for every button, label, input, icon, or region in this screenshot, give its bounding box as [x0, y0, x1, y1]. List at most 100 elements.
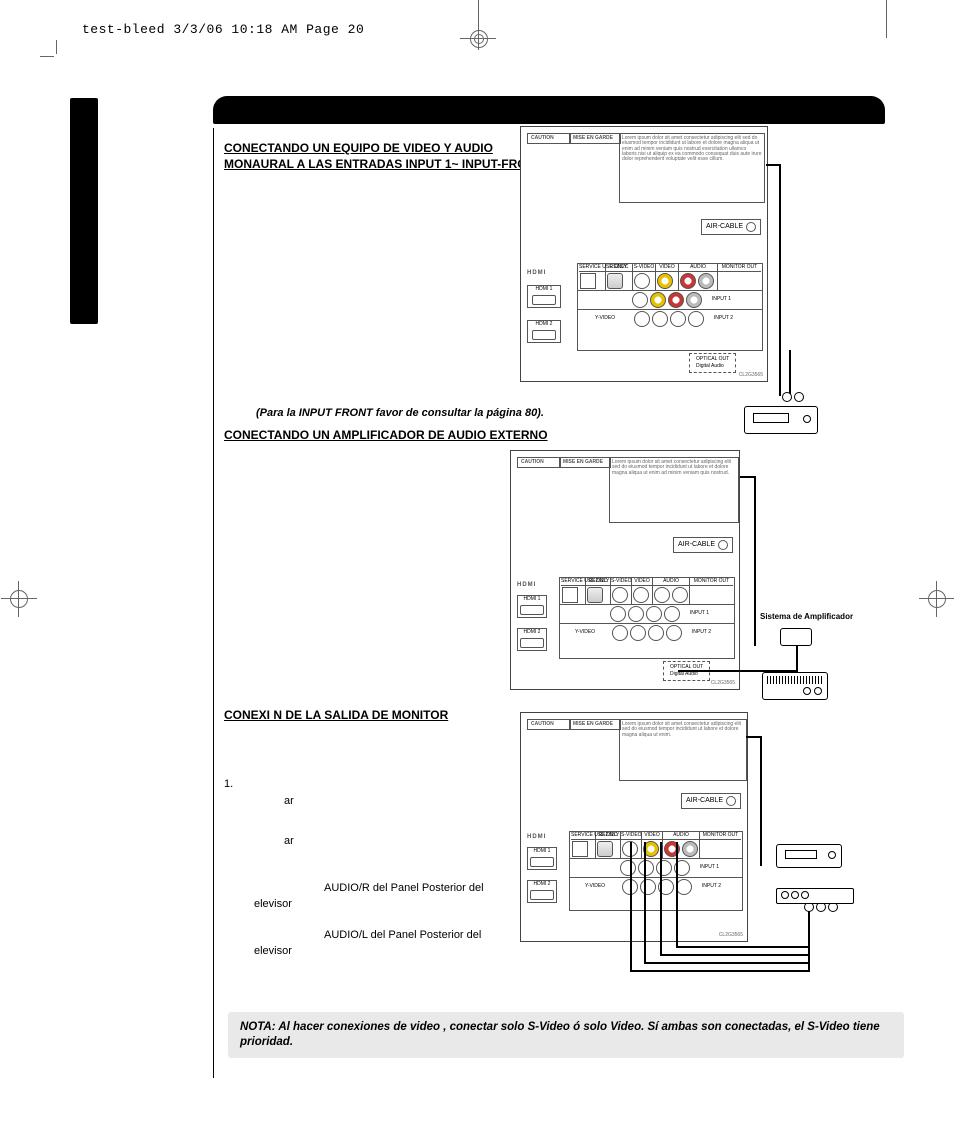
- crop-mark: [56, 40, 57, 54]
- heading-line-2: MONAURAL A LAS ENTRADAS INPUT 1~ INPUT-F…: [224, 157, 543, 171]
- port-icon: [633, 587, 649, 603]
- cable-icon: [676, 842, 678, 946]
- hdmi-logo: HDMI: [527, 833, 546, 841]
- cable-icon: [644, 842, 646, 962]
- port-icon: [610, 606, 626, 622]
- video-rca-icon: [657, 273, 673, 289]
- monitor-out-label: MONITOR OUT: [690, 578, 733, 586]
- content-column: CONECTANDO UN EQUIPO DE VIDEO Y AUDIO MO…: [224, 140, 884, 724]
- cable-icon: [630, 970, 810, 972]
- rs232-label: RS232C: [586, 578, 610, 586]
- hdmi1-label: HDMI 1: [528, 848, 556, 855]
- hdmi-port-icon: [532, 330, 556, 340]
- coax-jack-icon: [746, 222, 756, 232]
- cable-icon: [660, 954, 810, 956]
- caution-label: CAUTION: [517, 457, 561, 468]
- compliance-text: Lorem ipsum dolor sit amet consectetur a…: [609, 457, 739, 523]
- caution-label: CAUTION: [527, 719, 571, 730]
- rs232-port-icon: [607, 273, 623, 289]
- cable-icon: [630, 842, 632, 970]
- print-slug: test-bleed 3/3/06 10:18 AM Page 20: [82, 22, 364, 37]
- cable-icon: [754, 476, 756, 646]
- video-label: VIDEO: [656, 264, 678, 272]
- service-port-icon: [580, 273, 596, 289]
- port-icon: [666, 625, 682, 641]
- input2-label: INPUT 2: [683, 629, 713, 636]
- av-port-panel: SERVICE USE ONLY RS232C S-VIDEO VIDEO AU…: [577, 263, 763, 351]
- audio-r-rca-icon: [680, 273, 696, 289]
- rs232-port-icon: [587, 587, 603, 603]
- audio-r-rca-icon: [668, 292, 684, 308]
- vcr-device-icon: [776, 844, 842, 868]
- input1-label: INPUT 1: [703, 296, 733, 303]
- hdmi-logo: HDMI: [517, 581, 536, 589]
- hdmi-port-icon: [530, 857, 554, 867]
- crop-mark: [886, 0, 887, 38]
- monitor-out-label: MONITOR OUT: [700, 832, 741, 840]
- hdmi2-label: HDMI 2: [528, 881, 556, 888]
- hdmi2-label: HDMI 2: [528, 321, 560, 328]
- av-port-panel: SERVICE USE ONLY RS232C S-VIDEO VIDEO AU…: [559, 577, 735, 659]
- list-fragment: ar: [284, 833, 504, 850]
- coax-jack-icon: [718, 540, 728, 550]
- rear-panel-diagram-1: CAUTION MISE EN GARDE Lorem ipsum dolor …: [520, 126, 768, 382]
- cable-icon: [779, 164, 781, 396]
- cable-icon: [760, 736, 762, 866]
- page: test-bleed 3/3/06 10:18 AM Page 20 CONEC…: [0, 0, 954, 1145]
- model-number: CL2G3565: [711, 680, 735, 687]
- service-label: SERVICE USE ONLY: [561, 578, 585, 586]
- hdmi-port-icon: [520, 605, 544, 615]
- monitor-out-label: MONITOR OUT: [718, 264, 761, 272]
- port-icon: [688, 311, 704, 327]
- port-icon: [646, 606, 662, 622]
- yvideo-label: Y-VIDEO: [571, 883, 621, 890]
- video-label: VIDEO: [642, 832, 662, 840]
- registration-target-icon: [470, 30, 488, 48]
- audio-l-rca-icon: [698, 273, 714, 289]
- registration-target-icon: [10, 590, 28, 608]
- input1-label: INPUT 1: [681, 610, 711, 617]
- vcr-device-icon: [744, 406, 818, 434]
- amplifier-caption: Sistema de Amplificador: [760, 612, 853, 623]
- video-rca-icon: [650, 292, 666, 308]
- air-cable-port: AIR-CABLE: [701, 219, 761, 235]
- cable-icon: [766, 164, 780, 166]
- list-fragment: AUDIO/R del Panel Posterior del: [324, 880, 504, 897]
- service-label: SERVICE USE ONLY: [571, 832, 595, 840]
- cable-icon: [789, 350, 791, 396]
- svideo-port-icon: [612, 587, 628, 603]
- hdmi1-label: HDMI 1: [528, 286, 560, 293]
- input2-label: INPUT 2: [693, 883, 723, 890]
- audio-l-rca-icon: [686, 292, 702, 308]
- compliance-text: Lorem ipsum dolor sit amet consectetur a…: [619, 133, 765, 203]
- yvideo-label: Y-VIDEO: [561, 629, 611, 636]
- model-number: CL2G3565: [739, 372, 763, 379]
- port-icon: [676, 879, 692, 895]
- rca-plug-icon: [794, 392, 804, 402]
- hdmi-logo: HDMI: [527, 269, 546, 277]
- port-icon: [672, 587, 688, 603]
- port-icon: [640, 879, 656, 895]
- input2-label: INPUT 2: [705, 315, 735, 322]
- list-fragment: AUDIO/L del Panel Posterior del: [324, 927, 504, 944]
- crop-mark: [40, 56, 54, 57]
- warning-label: MISE EN GARDE: [569, 133, 621, 144]
- cable-icon: [676, 946, 810, 948]
- hdmi-port-icon: [520, 638, 544, 648]
- audio-l-rca-icon: [682, 841, 698, 857]
- hdmi2-label: HDMI 2: [518, 629, 546, 636]
- registration-target-icon: [928, 590, 946, 608]
- coax-jack-icon: [726, 796, 736, 806]
- yvideo-label: Y-VIDEO: [579, 315, 633, 322]
- cable-icon: [808, 910, 810, 972]
- service-label: SERVICE USE ONLY: [579, 264, 605, 272]
- rca-plug-icon: [782, 392, 792, 402]
- port-icon: [612, 625, 628, 641]
- note-box: NOTA: Al hacer conexiones de video , con…: [228, 1012, 904, 1058]
- amp-top-icon: [780, 628, 812, 646]
- port-icon: [652, 311, 668, 327]
- rs232-label: RS232C: [606, 264, 632, 272]
- hdmi-port-icon: [530, 890, 554, 900]
- list-fragment: elevisor: [254, 896, 504, 913]
- input1-label: INPUT 1: [691, 864, 721, 871]
